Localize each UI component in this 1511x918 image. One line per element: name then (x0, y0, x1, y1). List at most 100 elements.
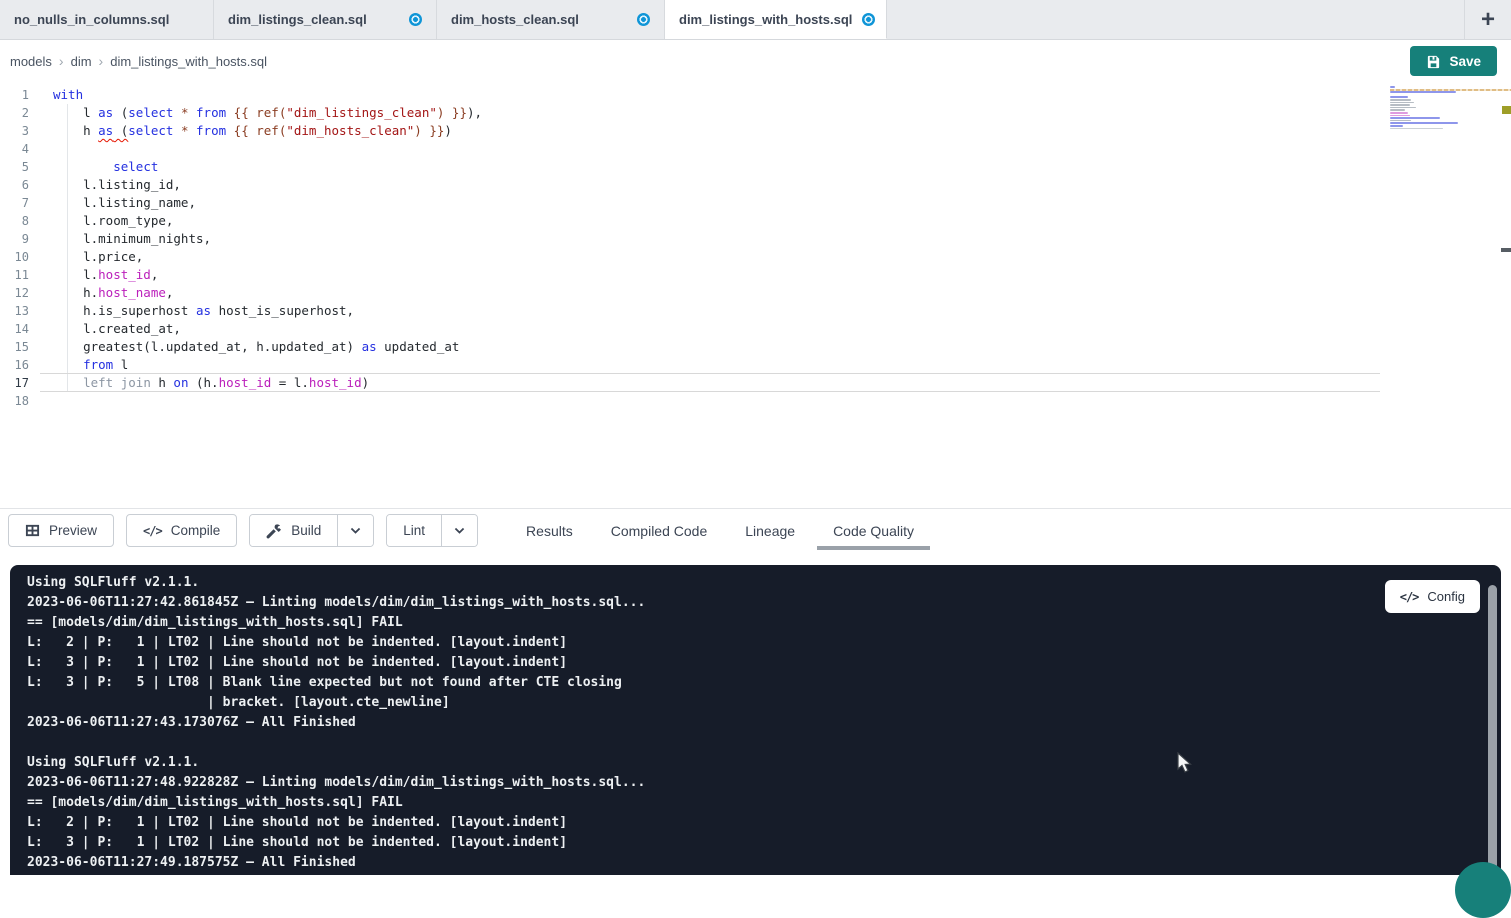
config-label: Config (1427, 589, 1465, 604)
build-dropdown-chevron[interactable] (337, 515, 373, 546)
code-text: l.price, (53, 248, 143, 266)
file-tab-dim_listings_clean-sql[interactable]: dim_listings_clean.sql (214, 0, 437, 39)
terminal-log: Using SQLFluff v2.1.1.2023-06-06T11:27:4… (27, 573, 1501, 873)
code-text: with (53, 86, 83, 104)
line-number: 6 (0, 176, 29, 194)
file-tab-bar: no_nulls_in_columns.sql dim_listings_clea… (0, 0, 1511, 40)
code-line-18[interactable]: 18 (0, 392, 1511, 410)
terminal-log-line: 2023-06-06T11:27:42.861845Z — Linting mo… (27, 593, 1501, 613)
code-line-17[interactable]: 17 left join h on (h.host_id = l.host_id… (0, 374, 1511, 392)
code-line-15[interactable]: 15 greatest(l.updated_at, h.updated_at) … (0, 338, 1511, 356)
save-button[interactable]: Save (1410, 46, 1497, 76)
breadcrumb-item[interactable]: dim_listings_with_hosts.sql (110, 54, 267, 69)
code-line-11[interactable]: 11 l.host_id, (0, 266, 1511, 284)
terminal-log-line: L: 2 | P: 1 | LT02 | Line should not be … (27, 813, 1501, 833)
breadcrumb-separator-icon: › (59, 53, 64, 69)
sql-code-editor[interactable]: 1 with2 l as (select * from {{ ref("dim_l… (0, 82, 1511, 508)
code-line-8[interactable]: 8 l.room_type, (0, 212, 1511, 230)
line-number: 18 (0, 392, 29, 410)
lint-config-button[interactable]: </> Config (1385, 580, 1480, 613)
file-tab-label: dim_hosts_clean.sql (451, 12, 579, 27)
breadcrumb-item[interactable]: models (10, 54, 52, 69)
hammer-icon (266, 523, 282, 539)
code-line-4[interactable]: 4 (0, 140, 1511, 158)
terminal-scrollbar-thumb[interactable] (1488, 585, 1497, 870)
code-line-7[interactable]: 7 l.listing_name, (0, 194, 1511, 212)
result-tab-code-quality[interactable]: Code Quality (831, 523, 916, 539)
line-number: 11 (0, 266, 29, 284)
terminal-log-line: L: 3 | P: 1 | LT02 | Line should not be … (27, 833, 1501, 853)
code-line-9[interactable]: 9 l.minimum_nights, (0, 230, 1511, 248)
line-number: 3 (0, 122, 29, 140)
unsaved-changes-icon[interactable] (637, 13, 650, 26)
code-text: select (53, 158, 158, 176)
terminal-log-line: == [models/dim/dim_listings_with_hosts.s… (27, 613, 1501, 633)
line-number: 13 (0, 302, 29, 320)
lint-dropdown-chevron[interactable] (441, 515, 477, 546)
breadcrumb: models › dim › dim_listings_with_hosts.sql (10, 53, 267, 69)
code-line-12[interactable]: 12 h.host_name, (0, 284, 1511, 302)
code-line-2[interactable]: 2 l as (select * from {{ ref("dim_listin… (0, 104, 1511, 122)
compile-button[interactable]: </> Compile (126, 514, 237, 547)
line-number: 15 (0, 338, 29, 356)
code-line-1[interactable]: 1 with (0, 86, 1511, 104)
code-text: l.room_type, (53, 212, 173, 230)
code-line-3[interactable]: 3 h as (select * from {{ ref("dim_hosts_… (0, 122, 1511, 140)
terminal-log-line (27, 733, 1501, 753)
preview-button[interactable]: Preview (8, 514, 114, 547)
breadcrumb-item[interactable]: dim (71, 54, 92, 69)
build-button-group: Build (249, 514, 374, 547)
editor-header-bar: models › dim › dim_listings_with_hosts.sql S… (0, 40, 1511, 82)
lint-button-group: Lint (386, 514, 478, 547)
line-number: 9 (0, 230, 29, 248)
code-line-6[interactable]: 6 l.listing_id, (0, 176, 1511, 194)
code-line-16[interactable]: 16 from l (0, 356, 1511, 374)
build-label: Build (291, 523, 321, 538)
code-line-10[interactable]: 10 l.price, (0, 248, 1511, 266)
terminal-log-line: 2023-06-06T11:27:43.173076Z — All Finish… (27, 713, 1501, 733)
code-brackets-icon: </> (1400, 590, 1419, 604)
lint-button[interactable]: Lint (387, 515, 441, 546)
results-tab-strip: Results Compiled Code Lineage Code Quality (524, 509, 916, 553)
code-line-5[interactable]: 5 select (0, 158, 1511, 176)
line-number: 5 (0, 158, 29, 176)
floppy-disk-icon (1426, 54, 1441, 69)
build-button[interactable]: Build (250, 515, 337, 546)
code-text: l as (select * from {{ ref("dim_listings… (53, 104, 482, 122)
unsaved-changes-icon[interactable] (409, 13, 422, 26)
line-number: 1 (0, 86, 29, 104)
result-tab-compiled-code[interactable]: Compiled Code (609, 523, 710, 539)
line-number: 8 (0, 212, 29, 230)
result-tab-results[interactable]: Results (524, 523, 575, 539)
code-text: l.listing_name, (53, 194, 196, 212)
file-tab-no_nulls_in_columns-sql[interactable]: no_nulls_in_columns.sql (0, 0, 214, 39)
new-tab-button[interactable]: + (1465, 0, 1511, 39)
breadcrumb-separator-icon: › (99, 53, 104, 69)
code-text: l.host_id, (53, 266, 158, 284)
file-tab-label: dim_listings_clean.sql (228, 12, 367, 27)
editor-scrollbar-thumb[interactable] (1501, 248, 1511, 252)
file-tab-dim_listings_with_hosts-sql[interactable]: dim_listings_with_hosts.sql (665, 0, 887, 39)
lint-output-terminal: Using SQLFluff v2.1.1.2023-06-06T11:27:4… (10, 565, 1501, 875)
help-bubble-button[interactable] (1455, 862, 1511, 918)
file-tab-label: no_nulls_in_columns.sql (14, 12, 169, 27)
file-tab-dim_hosts_clean-sql[interactable]: dim_hosts_clean.sql (437, 0, 665, 39)
compile-label: Compile (171, 523, 221, 538)
line-number: 17 (0, 374, 29, 392)
tabbar-spacer (887, 0, 1465, 39)
terminal-log-line: 2023-06-06T11:27:48.922828Z — Linting mo… (27, 773, 1501, 793)
terminal-log-line: Using SQLFluff v2.1.1. (27, 573, 1501, 593)
line-number: 14 (0, 320, 29, 338)
result-tab-lineage[interactable]: Lineage (743, 523, 797, 539)
unsaved-changes-icon[interactable] (862, 13, 875, 26)
code-line-14[interactable]: 14 l.created_at, (0, 320, 1511, 338)
code-text: l.listing_id, (53, 176, 181, 194)
line-number: 7 (0, 194, 29, 212)
code-text: left join h on (h.host_id = l.host_id) (53, 374, 369, 392)
code-text: from l (53, 356, 128, 374)
terminal-log-line: L: 3 | P: 5 | LT08 | Blank line expected… (27, 673, 1501, 693)
preview-label: Preview (49, 523, 97, 538)
code-text: l.minimum_nights, (53, 230, 211, 248)
editor-minimap[interactable] (1390, 86, 1462, 133)
code-line-13[interactable]: 13 h.is_superhost as host_is_superhost, (0, 302, 1511, 320)
